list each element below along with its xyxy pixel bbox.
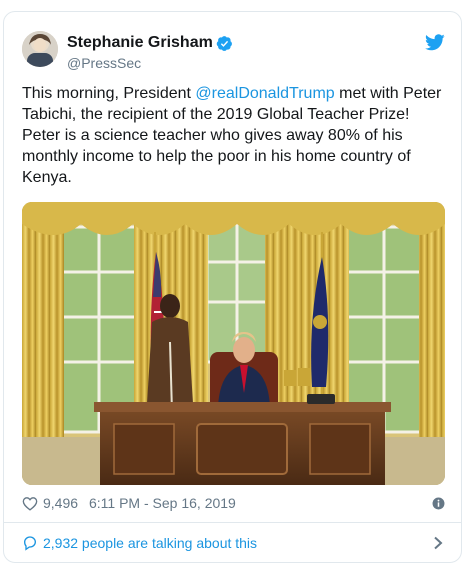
- tweet-meta: 9,496 6:11 PM - Sep 16, 2019: [22, 494, 445, 514]
- mention-link[interactable]: @realDonaldTrump: [195, 85, 334, 102]
- chevron-right-icon: [434, 536, 443, 550]
- reply-bubble-icon: [23, 536, 37, 551]
- tweet-header: Stephanie Grisham @PressSec: [4, 12, 461, 78]
- twitter-bird-icon[interactable]: [425, 34, 445, 51]
- conversation-count-text[interactable]: 2,932 people are talking about this: [43, 535, 257, 552]
- conversation-footer[interactable]: 2,932 people are talking about this: [4, 523, 461, 562]
- like-count[interactable]: 9,496: [43, 495, 78, 511]
- tweet-timestamp[interactable]: 6:11 PM - Sep 16, 2019: [89, 495, 236, 511]
- author-handle[interactable]: @PressSec: [67, 55, 233, 71]
- info-icon[interactable]: [432, 497, 445, 510]
- author-avatar[interactable]: [22, 31, 58, 67]
- author-display-name[interactable]: Stephanie Grisham: [67, 34, 213, 52]
- avatar-image: [22, 31, 58, 67]
- tweet-photo[interactable]: [22, 202, 445, 485]
- verified-badge-icon: [216, 35, 232, 51]
- author-name-block[interactable]: Stephanie Grisham @PressSec: [67, 34, 233, 71]
- oval-office-photo: [22, 202, 445, 485]
- tweet-text-before: This morning, President: [22, 85, 196, 102]
- tweet-card: Stephanie Grisham @PressSec This morning…: [3, 11, 462, 563]
- tweet-text: This morning, President @realDonaldTrump…: [22, 83, 447, 188]
- heart-icon[interactable]: [22, 496, 38, 511]
